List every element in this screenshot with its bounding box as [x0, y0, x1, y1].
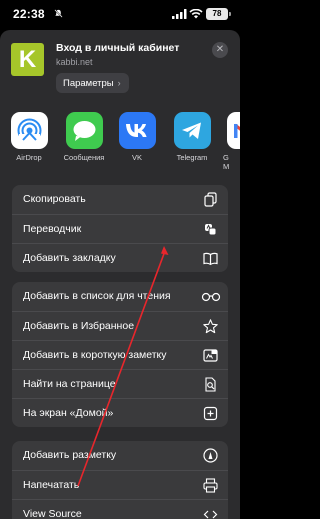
page-title: Вход в личный кабинет — [56, 42, 180, 54]
action-group-basic: Скопировать Переводчик Добавить закладку — [12, 185, 228, 272]
action-label: На экран «Домой» — [23, 407, 114, 419]
action-view-source[interactable]: View Source — [12, 499, 228, 519]
airdrop-icon — [10, 112, 48, 149]
glasses-icon — [201, 288, 221, 305]
action-label: Добавить разметку — [23, 449, 117, 461]
action-print[interactable]: Напечатать — [12, 470, 228, 499]
translate-icon — [202, 221, 219, 238]
markup-icon — [202, 447, 219, 464]
share-app-label: VK — [131, 153, 142, 162]
quick-note-icon — [202, 347, 219, 364]
close-icon: ✕ — [215, 44, 225, 55]
share-apps-row: AirDrop Сообщения VK Telegram G M — [0, 112, 240, 174]
vk-icon — [118, 112, 156, 149]
site-logo: K — [11, 43, 44, 76]
options-button-label: Параметры — [63, 78, 114, 89]
bell-muted-icon — [54, 9, 63, 18]
add-square-icon — [202, 405, 219, 422]
action-copy[interactable]: Скопировать — [12, 185, 228, 214]
action-label: Добавить в список для чтения — [23, 290, 171, 302]
close-button[interactable]: ✕ — [212, 42, 228, 58]
chevron-right-icon: › — [117, 78, 121, 88]
action-add-bookmark[interactable]: Добавить закладку — [12, 243, 228, 272]
action-add-reading-list[interactable]: Добавить в список для чтения — [12, 282, 228, 311]
share-header: K Вход в личный кабинет kabbi.net Параме… — [0, 30, 240, 103]
action-label: Добавить в Избранное — [23, 320, 135, 332]
action-label: Скопировать — [23, 193, 86, 205]
share-app-airdrop[interactable]: AirDrop — [5, 112, 53, 162]
action-label: Добавить в короткую заметку — [23, 349, 167, 361]
star-icon — [202, 318, 219, 335]
action-label: Напечатать — [23, 479, 80, 491]
share-sheet: K Вход в личный кабинет kabbi.net Параме… — [0, 30, 240, 519]
cellular-signal-icon — [172, 9, 187, 19]
share-app-gmail[interactable]: G M — [221, 112, 240, 171]
status-time: 22:38 — [13, 7, 45, 21]
action-add-markup[interactable]: Добавить разметку — [12, 441, 228, 470]
wifi-icon — [189, 9, 203, 19]
action-add-favorites[interactable]: Добавить в Избранное — [12, 311, 228, 340]
options-button[interactable]: Параметры › — [56, 73, 129, 93]
action-label: Переводчик — [23, 223, 82, 235]
messages-icon — [65, 112, 103, 149]
printer-icon — [202, 477, 219, 494]
battery-icon: 78 — [206, 8, 231, 20]
book-icon — [202, 250, 219, 267]
action-translate[interactable]: Переводчик — [12, 214, 228, 243]
action-add-to-home-screen[interactable]: На экран «Домой» — [12, 398, 228, 427]
action-group-extra: Добавить разметку Напечатать View Source — [12, 441, 228, 519]
gmail-icon — [226, 112, 240, 149]
action-find-on-page[interactable]: Найти на странице — [12, 369, 228, 398]
share-app-label: Сообщения — [63, 153, 105, 162]
share-app-label: G M — [223, 153, 230, 171]
action-label: View Source — [23, 508, 82, 519]
action-group-save: Добавить в список для чтения Добавить в … — [12, 282, 228, 427]
action-add-quick-note[interactable]: Добавить в короткую заметку — [12, 340, 228, 369]
share-app-label: Telegram — [176, 153, 208, 162]
source-icon — [202, 506, 219, 519]
action-label: Найти на странице — [23, 378, 116, 390]
share-app-telegram[interactable]: Telegram — [168, 112, 216, 162]
telegram-icon — [173, 112, 211, 149]
share-app-vk[interactable]: VK — [113, 112, 161, 162]
page-url: kabbi.net — [56, 57, 93, 67]
copy-icon — [202, 191, 219, 208]
share-app-label: AirDrop — [16, 153, 42, 162]
find-in-page-icon — [202, 376, 219, 393]
share-app-messages[interactable]: Сообщения — [60, 112, 108, 162]
action-label: Добавить закладку — [23, 252, 116, 264]
status-bar: 22:38 78 — [0, 0, 240, 30]
